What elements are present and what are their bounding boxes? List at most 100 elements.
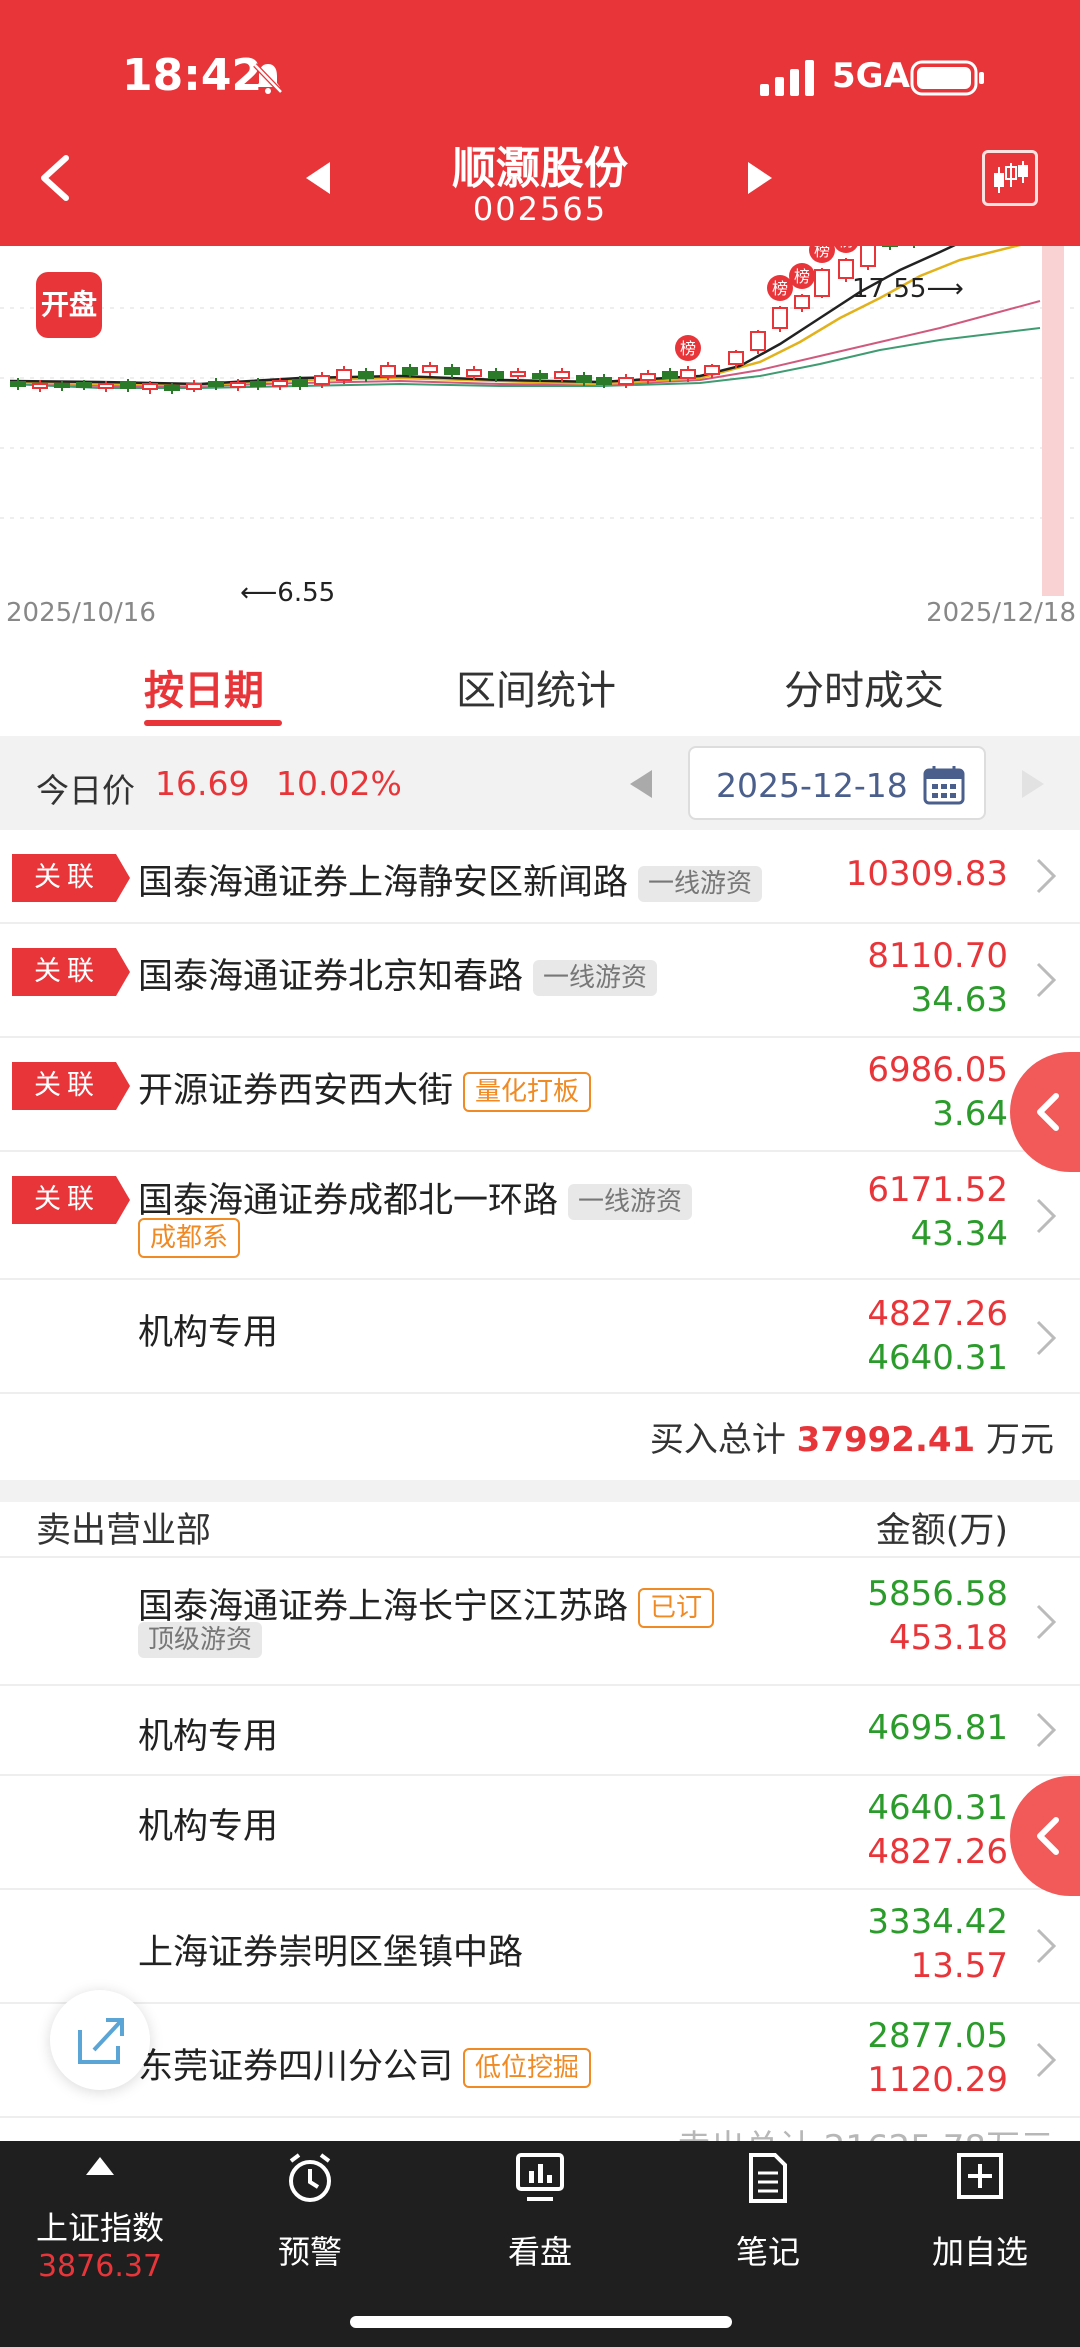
sell-amount: 4640.31	[867, 1338, 1008, 1378]
kline-chart-button[interactable]	[982, 150, 1038, 206]
candle-body	[10, 381, 26, 387]
today-price-label: 今日价	[36, 771, 135, 810]
next-date-icon[interactable]	[1018, 766, 1048, 802]
broker-name: 开源证券西安西大街 量化打板	[138, 1062, 592, 1113]
header: 18:42 5GA 顺灏股份 002565	[0, 0, 1080, 246]
broker-chip: 低位挖掘	[463, 2048, 592, 2088]
nav-alert[interactable]: 预警	[210, 2141, 410, 2281]
sell-row[interactable]: 东莞证券四川分公司 低位挖掘 2877.05 1120.29	[0, 2004, 1080, 2118]
active-tab-indicator	[144, 720, 282, 726]
chevron-right-icon	[1036, 962, 1057, 998]
ma-line-black	[9, 246, 956, 386]
broker-chip: 已订	[638, 1588, 715, 1628]
ma-line-yellow	[9, 246, 1022, 387]
kline-chart[interactable]: 榜榜榜榜榜榜榜榜榜榜榜榜 开盘 17.55⟶ ⟵6.55 2025/10/16 …	[0, 246, 1080, 636]
candle-body	[704, 365, 720, 375]
candle-body	[728, 351, 744, 365]
back-icon[interactable]	[30, 148, 80, 208]
stock-code: 002565	[472, 190, 608, 228]
candle-body	[358, 371, 374, 379]
rank-marker-label: 榜	[680, 339, 696, 358]
buy-amount: 4827.26	[867, 1832, 1008, 1872]
candle-body	[814, 269, 830, 297]
side-panel-handle[interactable]	[1010, 1776, 1080, 1896]
tab-range-stats[interactable]: 区间统计	[456, 658, 616, 716]
battery-icon	[910, 60, 984, 96]
candle-body	[662, 371, 678, 379]
broker-name: 机构专用	[138, 1313, 279, 1353]
home-indicator	[350, 2316, 732, 2328]
highlight-column	[1042, 246, 1064, 596]
share-button[interactable]	[50, 1990, 150, 2090]
amount-column-header: 金额(万)	[875, 1511, 1008, 1551]
nav-add-watchlist[interactable]: 加自选	[880, 2141, 1080, 2281]
chevron-right-icon	[1036, 2042, 1057, 2078]
stock-name: 顺灏股份	[452, 143, 628, 194]
tab-intraday[interactable]: 分时成交	[784, 658, 944, 716]
chevron-right-icon	[1036, 1198, 1057, 1234]
tab-by-date[interactable]: 按日期	[144, 658, 264, 716]
next-stock-icon[interactable]	[742, 158, 778, 198]
buy-row[interactable]: 机构专用 4827.26 4640.31	[0, 1280, 1080, 1394]
tab-bar: 按日期 区间统计 分时成交	[0, 636, 1080, 736]
add-box-icon	[957, 2153, 1003, 2199]
candle-body	[772, 307, 788, 329]
buy-row[interactable]: 关联 国泰海通证券上海静安区新闻路 一线游资 10309.83	[0, 830, 1080, 924]
broker-name: 国泰海通证券上海静安区新闻路 一线游资	[138, 854, 763, 905]
rank-marker-label: 榜	[772, 279, 788, 298]
kline-svg: 榜榜榜榜榜榜榜榜榜榜榜榜	[0, 246, 1080, 596]
buy-row[interactable]: 关联 国泰海通证券成都北一环路 一线游资 成都系 6171.52 43.34	[0, 1152, 1080, 1280]
candle-body	[838, 259, 854, 279]
sell-row[interactable]: 机构专用 4640.31 4827.26	[0, 1776, 1080, 1890]
signal-icon	[760, 60, 814, 96]
candle-body	[466, 369, 482, 377]
candle-body	[444, 367, 460, 375]
chevron-right-icon	[1036, 1604, 1057, 1640]
sell-amount: 3.64	[932, 1094, 1008, 1134]
related-tag: 关联	[12, 948, 130, 996]
today-price: 16.69	[155, 764, 250, 803]
candle-body	[640, 373, 656, 381]
open-badge[interactable]: 开盘	[36, 272, 102, 338]
sell-amount: 4640.31	[867, 1788, 1008, 1828]
chevron-right-icon	[1036, 1320, 1057, 1356]
buy-row[interactable]: 关联 开源证券西安西大街 量化打板 6986.05 3.64	[0, 1038, 1080, 1152]
candle-body	[596, 377, 612, 385]
sell-row[interactable]: 上海证券崇明区堡镇中路 3334.42 13.57	[0, 1890, 1080, 2004]
network-type: 5GA	[832, 56, 910, 96]
broker-chip: 一线游资	[533, 960, 658, 996]
related-tag: 关联	[12, 854, 130, 902]
candle-body	[314, 375, 330, 385]
candle-body	[208, 381, 224, 387]
candle-body	[532, 373, 548, 379]
sell-section-title: 卖出营业部	[36, 1511, 212, 1551]
chart-end-date: 2025/12/18	[926, 598, 1076, 628]
nav-notes[interactable]: 笔记	[668, 2141, 868, 2281]
section-divider	[0, 1480, 1080, 1502]
sell-amount: 2877.05	[867, 2016, 1008, 2056]
buy-amount: 8110.70	[867, 936, 1008, 976]
candle-body	[794, 295, 810, 309]
buy-row[interactable]: 关联 国泰海通证券北京知春路 一线游资 8110.70 34.63	[0, 924, 1080, 1038]
buy-total-value: 37992.41	[796, 1420, 976, 1460]
previous-stock-icon[interactable]	[300, 158, 336, 198]
status-time: 18:42	[122, 50, 263, 101]
sell-row[interactable]: 国泰海通证券上海长宁区江苏路 已订 顶级游资 5856.58 453.18	[0, 1558, 1080, 1686]
chart-start-date: 2025/10/16	[6, 598, 156, 628]
index-value: 3876.37	[37, 2249, 163, 2284]
notes-icon	[749, 2153, 787, 2203]
side-panel-handle[interactable]	[1010, 1052, 1080, 1172]
chevron-right-icon	[1036, 858, 1057, 894]
broker-name: 国泰海通证券成都北一环路 一线游资	[138, 1172, 693, 1223]
broker-name: 机构专用	[138, 1807, 279, 1847]
candle-body	[292, 379, 308, 387]
nav-watch[interactable]: 看盘	[440, 2141, 640, 2281]
previous-date-icon[interactable]	[626, 766, 656, 802]
date-picker[interactable]: 2025-12-18	[688, 746, 986, 820]
sell-amount: 5856.58	[867, 1574, 1008, 1614]
alarm-clock-icon	[289, 2153, 331, 2202]
chevron-right-icon	[1036, 1928, 1057, 1964]
related-tag: 关联	[12, 1062, 130, 1110]
sell-row[interactable]: 机构专用 4695.81	[0, 1686, 1080, 1776]
nav-index[interactable]: 上证指数 3876.37	[0, 2141, 200, 2284]
